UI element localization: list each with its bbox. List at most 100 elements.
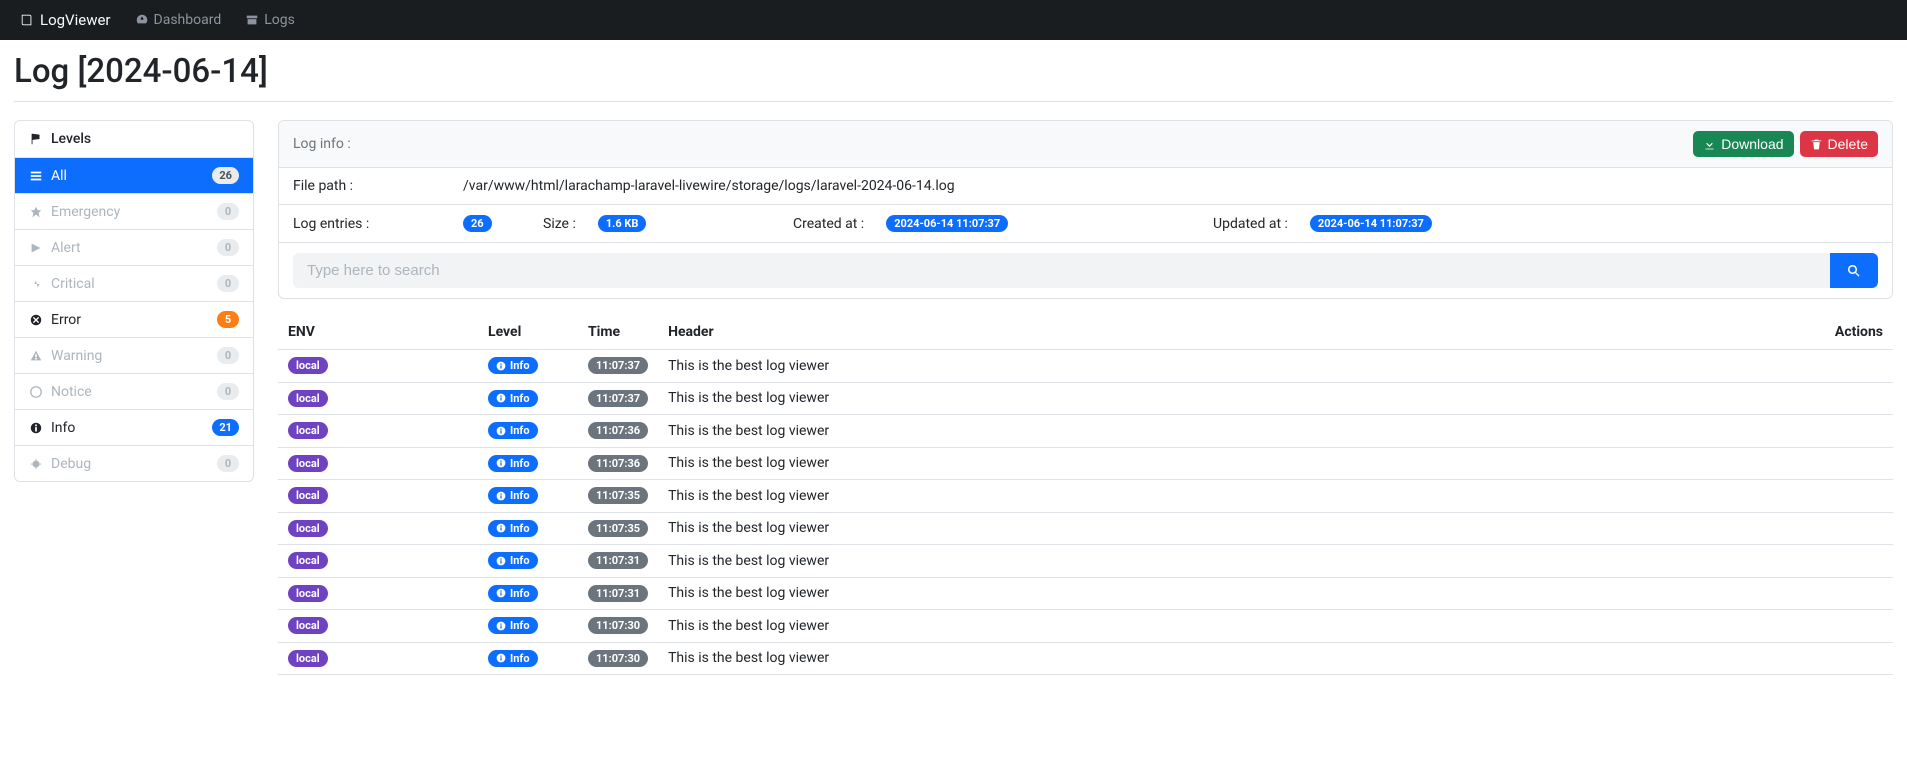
table-row: localInfo11:07:35This is the best log vi… (278, 480, 1893, 513)
log-info-card: Log info : Download Delete File path : (278, 120, 1893, 299)
time-badge: 11:07:37 (588, 357, 648, 374)
updated-label: Updated at : (1213, 216, 1288, 232)
level-label: Emergency (51, 204, 120, 220)
all-icon (29, 169, 43, 183)
env-badge: local (288, 357, 328, 374)
log-header: This is the best log viewer (658, 447, 1813, 480)
env-badge: local (288, 552, 328, 569)
level-item-error[interactable]: Error5 (15, 302, 253, 338)
level-badge: Info (488, 390, 538, 407)
search-row (279, 243, 1892, 298)
search-input[interactable] (293, 253, 1830, 288)
level-count: 0 (217, 455, 239, 472)
info-icon (496, 491, 506, 501)
level-label: All (51, 168, 67, 184)
info-icon (496, 621, 506, 631)
debug-icon (29, 457, 43, 471)
level-badge: Info (488, 357, 538, 374)
level-count: 0 (217, 203, 239, 220)
level-count: 0 (217, 239, 239, 256)
table-row: localInfo11:07:30This is the best log vi… (278, 610, 1893, 643)
row-actions (1813, 577, 1893, 610)
table-row: localInfo11:07:36This is the best log vi… (278, 415, 1893, 448)
delete-button[interactable]: Delete (1800, 131, 1878, 157)
env-badge: local (288, 520, 328, 537)
row-actions (1813, 512, 1893, 545)
filepath-value: /var/www/html/larachamp-laravel-livewire… (463, 178, 955, 194)
notice-icon (29, 385, 43, 399)
level-item-critical[interactable]: Critical0 (15, 266, 253, 302)
navbar: LogViewer Dashboard Logs (0, 0, 1907, 40)
th-actions: Actions (1813, 315, 1893, 350)
nav-dashboard-label: Dashboard (154, 12, 222, 28)
book-icon (20, 13, 34, 27)
level-badge: Info (488, 585, 538, 602)
delete-label: Delete (1828, 136, 1868, 152)
level-badge: Info (488, 520, 538, 537)
table-row: localInfo11:07:37This is the best log vi… (278, 350, 1893, 383)
nav-logs[interactable]: Logs (245, 12, 295, 28)
level-item-info[interactable]: Info 21 (15, 410, 253, 446)
filepath-row: File path : /var/www/html/larachamp-lara… (279, 168, 1892, 205)
table-row: localInfo11:07:31This is the best log vi… (278, 545, 1893, 578)
level-count: 0 (217, 347, 239, 364)
level-item-emergency[interactable]: Emergency 0 (15, 194, 253, 230)
info-icon (496, 523, 506, 533)
log-header: This is the best log viewer (658, 610, 1813, 643)
info-icon (496, 653, 506, 663)
level-item-debug[interactable]: Debug 0 (15, 446, 253, 481)
info-icon (496, 556, 506, 566)
level-item-notice[interactable]: Notice0 (15, 374, 253, 410)
table-row: localInfo11:07:31This is the best log vi… (278, 577, 1893, 610)
row-actions (1813, 480, 1893, 513)
level-badge: Info (488, 552, 538, 569)
brand-link[interactable]: LogViewer (20, 11, 111, 29)
download-label: Download (1721, 136, 1783, 152)
env-badge: local (288, 455, 328, 472)
th-level: Level (478, 315, 578, 350)
time-badge: 11:07:36 (588, 422, 648, 439)
info-icon (496, 588, 506, 598)
level-count: 0 (217, 275, 239, 292)
row-actions (1813, 350, 1893, 383)
row-actions (1813, 447, 1893, 480)
level-label: Alert (51, 240, 81, 256)
level-item-alert[interactable]: Alert 0 (15, 230, 253, 266)
nav-dashboard[interactable]: Dashboard (135, 12, 222, 28)
archive-icon (245, 13, 259, 27)
level-item-all[interactable]: All26 (15, 158, 253, 194)
search-button[interactable] (1830, 253, 1878, 288)
row-actions (1813, 382, 1893, 415)
log-header: This is the best log viewer (658, 642, 1813, 675)
alert-icon (29, 241, 43, 255)
time-badge: 11:07:31 (588, 585, 648, 602)
info-icon (29, 421, 43, 435)
table-row: localInfo11:07:36This is the best log vi… (278, 447, 1893, 480)
row-actions (1813, 545, 1893, 578)
level-badge: Info (488, 422, 538, 439)
warning-icon (29, 349, 43, 363)
level-label: Debug (51, 456, 91, 472)
row-actions (1813, 610, 1893, 643)
tachometer-icon (135, 13, 149, 27)
table-row: localInfo11:07:30This is the best log vi… (278, 642, 1893, 675)
level-label: Error (51, 312, 81, 328)
download-icon (1703, 138, 1716, 151)
row-actions (1813, 415, 1893, 448)
trash-icon (1810, 138, 1823, 151)
level-label: Info (51, 420, 75, 436)
level-item-warning[interactable]: Warning0 (15, 338, 253, 374)
level-badge: Info (488, 650, 538, 667)
log-header: This is the best log viewer (658, 415, 1813, 448)
levels-header: Levels (15, 121, 253, 158)
env-badge: local (288, 617, 328, 634)
log-header: This is the best log viewer (658, 382, 1813, 415)
download-button[interactable]: Download (1693, 131, 1793, 157)
emergency-icon (29, 205, 43, 219)
th-env: ENV (278, 315, 478, 350)
created-label: Created at : (793, 216, 864, 232)
info-icon (496, 426, 506, 436)
updated-value: 2024-06-14 11:07:37 (1310, 215, 1432, 232)
log-info-header: Log info : Download Delete (279, 121, 1892, 168)
level-count: 21 (212, 419, 239, 436)
